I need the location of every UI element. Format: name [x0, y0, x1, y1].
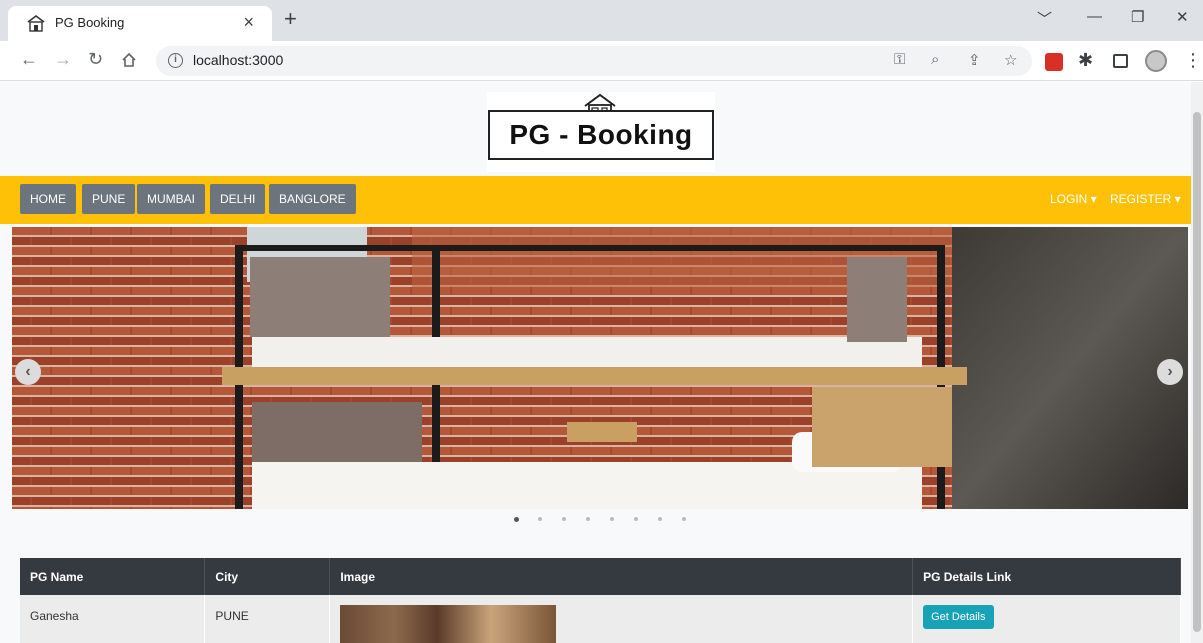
page-body: PG - Booking HOME PUNE MUMBAI DELHI BANG… — [0, 82, 1191, 643]
col-header-image: Image — [329, 558, 914, 595]
browser-tabstrip: PG Booking × + ﹀ — ❐ ✕ — [0, 0, 1203, 41]
minimize-icon[interactable]: — — [1087, 8, 1102, 25]
register-dropdown[interactable]: REGISTER ▾ — [1110, 192, 1181, 206]
carousel-slide-image — [12, 227, 1188, 509]
carousel-indicator-7[interactable] — [658, 517, 662, 521]
carousel-indicator-5[interactable] — [610, 517, 614, 521]
side-panel-icon[interactable] — [1113, 54, 1128, 68]
cell-city: PUNE — [204, 595, 331, 643]
carousel-indicator-4[interactable] — [586, 517, 590, 521]
cell-image — [329, 595, 914, 643]
browser-tab[interactable]: PG Booking × — [8, 6, 272, 41]
cell-details-link: Get Details — [912, 595, 1181, 643]
address-bar[interactable]: i localhost:3000 ⚿ ⌕ ⇪ ☆ — [156, 46, 1032, 76]
tab-title: PG Booking — [55, 15, 125, 30]
scrollbar-thumb[interactable] — [1193, 112, 1201, 632]
cell-pg-name: Ganesha — [20, 595, 206, 643]
table-row: Ganesha PUNE Get Details — [20, 595, 1181, 643]
home-icon[interactable] — [121, 52, 137, 68]
new-tab-icon[interactable]: + — [284, 8, 297, 30]
back-icon[interactable]: ← — [20, 49, 38, 69]
nav-mumbai[interactable]: MUMBAI — [137, 184, 205, 214]
carousel-indicator-2[interactable] — [538, 517, 542, 521]
carousel-indicator-1[interactable] — [514, 517, 519, 522]
site-logo[interactable]: PG - Booking — [487, 92, 715, 172]
carousel-indicator-3[interactable] — [562, 517, 566, 521]
home-favicon-icon — [27, 15, 45, 32]
carousel-indicator-8[interactable] — [682, 517, 686, 521]
carousel-prev-icon[interactable]: ‹ — [15, 359, 41, 385]
nav-banglore[interactable]: BANGLORE — [269, 184, 356, 214]
nav-home[interactable]: HOME — [20, 184, 76, 214]
forward-icon[interactable]: → — [54, 49, 72, 69]
bookmark-star-icon[interactable]: ☆ — [1004, 51, 1017, 69]
carousel-indicator-6[interactable] — [634, 517, 638, 521]
get-details-button[interactable]: Get Details — [923, 605, 994, 629]
extension-red-icon[interactable] — [1045, 53, 1063, 71]
extensions-puzzle-icon[interactable]: ✱ — [1078, 50, 1093, 70]
key-icon[interactable]: ⚿ — [894, 51, 905, 68]
browser-toolbar: ← → ↻ i localhost:3000 ⚿ ⌕ ⇪ ☆ ✱ ⋮ — [0, 41, 1203, 81]
image-carousel[interactable]: ‹ › — [12, 227, 1188, 509]
close-window-icon[interactable]: ✕ — [1176, 8, 1189, 26]
col-header-city: City — [204, 558, 331, 595]
carousel-indicators — [512, 517, 692, 525]
tab-close-icon[interactable]: × — [243, 12, 254, 32]
restore-icon[interactable]: ❐ — [1131, 8, 1144, 26]
col-header-details-link: PG Details Link — [912, 558, 1181, 595]
reload-icon[interactable]: ↻ — [88, 49, 103, 69]
logo-text: PG - Booking — [509, 119, 693, 150]
url-text[interactable]: localhost:3000 — [193, 52, 283, 68]
logo-frame: PG - Booking — [488, 110, 714, 160]
zoom-icon[interactable]: ⌕ — [931, 51, 939, 68]
table-header-row: PG Name City Image PG Details Link — [20, 558, 1181, 595]
share-icon[interactable]: ⇪ — [968, 51, 981, 69]
page-scrollbar[interactable] — [1191, 82, 1203, 643]
nav-pune[interactable]: PUNE — [82, 184, 136, 214]
carousel-next-icon[interactable]: › — [1157, 359, 1183, 385]
main-navbar: HOME PUNE MUMBAI DELHI BANGLORE LOGIN ▾ … — [0, 176, 1191, 224]
profile-avatar[interactable] — [1145, 50, 1167, 72]
pg-listing-table: PG Name City Image PG Details Link Ganes… — [20, 558, 1181, 643]
col-header-pg-name: PG Name — [20, 558, 206, 595]
tab-search-icon[interactable]: ﹀ — [1037, 8, 1052, 29]
browser-menu-icon[interactable]: ⋮ — [1184, 50, 1202, 70]
login-dropdown[interactable]: LOGIN ▾ — [1050, 192, 1097, 206]
site-info-icon[interactable]: i — [168, 53, 183, 68]
nav-delhi[interactable]: DELHI — [210, 184, 266, 214]
pg-thumbnail-image — [340, 605, 557, 643]
